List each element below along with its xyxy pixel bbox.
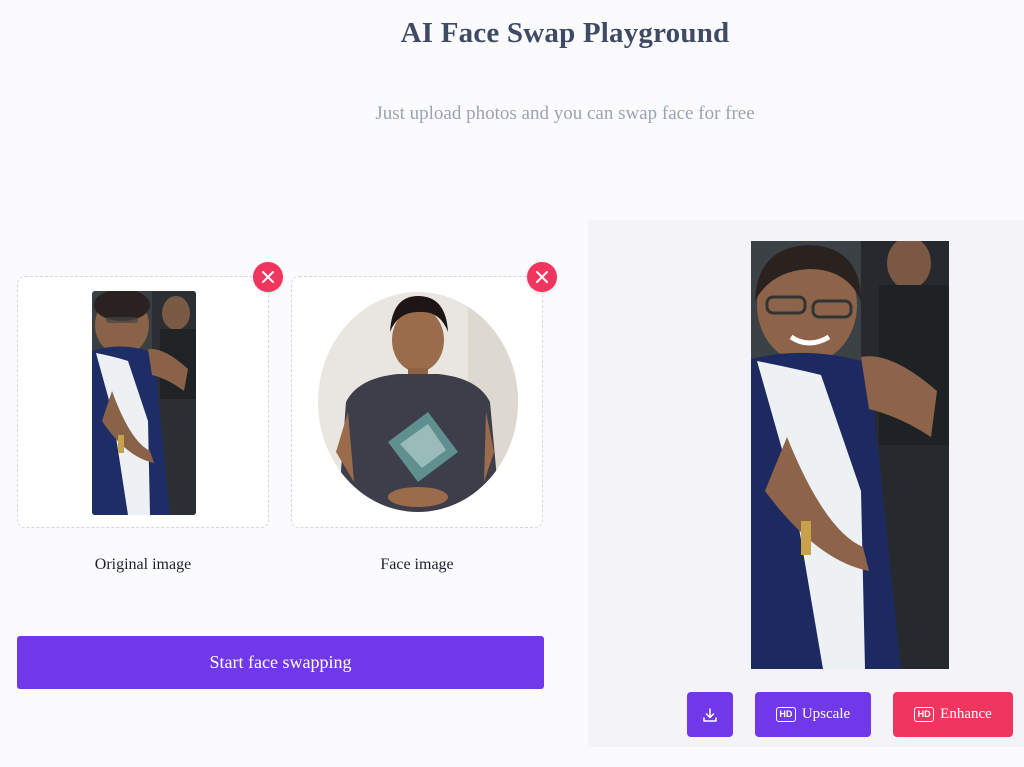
download-icon [703,707,717,722]
face-swap-page: AI Face Swap Playground Just upload phot… [0,0,1024,767]
upscale-label: Upscale [801,706,851,722]
close-icon [536,271,548,283]
original-image-dropzone[interactable] [17,276,269,528]
enhance-button[interactable]: HD Enhance [893,692,1013,737]
face-image-label: Face image [380,556,454,573]
face-image-dropzone[interactable] [291,276,543,528]
close-icon [262,271,274,283]
hd-icon: HD [775,707,796,722]
hd-icon: HD [914,707,935,722]
page-title: AI Face Swap Playground [400,17,730,49]
enhance-label: Enhance [940,706,992,722]
remove-original-button[interactable] [253,262,283,292]
download-button[interactable] [687,692,733,737]
original-image-preview [92,291,196,515]
original-image-label: Original image [94,556,192,573]
remove-face-button[interactable] [527,262,557,292]
face-image-preview [318,292,518,512]
start-face-swap-button[interactable]: Start face swapping [17,636,544,689]
upscale-button[interactable]: HD Upscale [755,692,871,737]
result-panel: HD Upscale HD Enhance [588,220,1024,747]
page-subtitle: Just upload photos and you can swap face… [375,103,755,124]
result-image [751,241,949,669]
